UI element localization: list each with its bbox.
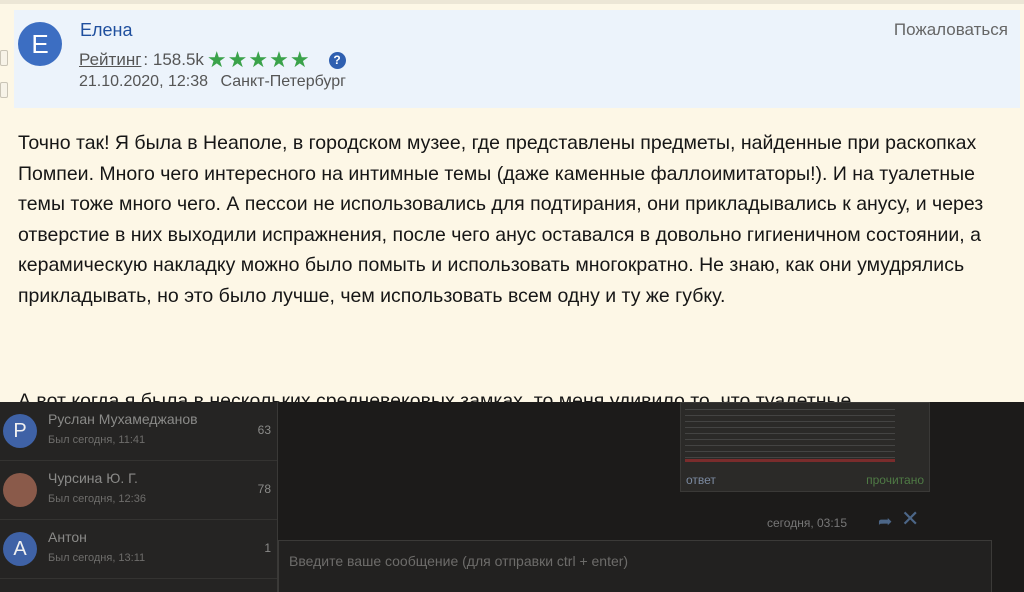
chat-list-item[interactable]: А Антон Был сегодня, 13:11 1	[0, 520, 277, 579]
chat-unread-count: 63	[257, 423, 271, 437]
chat-unread-count: 1	[264, 541, 271, 555]
chat-name: Чурсина Ю. Г.	[48, 470, 138, 486]
message-input[interactable]	[287, 549, 981, 573]
chat-list: Р Руслан Мухамеджанов Был сегодня, 11:41…	[0, 402, 278, 592]
message-text-blurred	[685, 409, 895, 461]
rating-label-link[interactable]: Рейтинг	[79, 50, 141, 70]
chat-avatar: Р	[3, 414, 37, 448]
chat-name: Руслан Мухамеджанов	[48, 411, 198, 427]
message-input-area	[278, 540, 992, 592]
chat-name: Антон	[48, 529, 87, 545]
reply-link[interactable]: ответ	[686, 473, 716, 487]
comment-meta: 21.10.2020, 12:38 Санкт-Петербург	[79, 73, 346, 91]
rating-row: Рейтинг : 158.5k ★★★★★ ?	[79, 49, 346, 71]
top-border	[0, 0, 1024, 4]
side-handle-icon[interactable]	[0, 82, 8, 98]
chat-list-item[interactable]: Чурсина Ю. Г. Был сегодня, 12:36 78	[0, 461, 277, 520]
chat-avatar: А	[3, 532, 37, 566]
message-bubble: ответ прочитано	[680, 402, 930, 492]
rating-stars-icon: ★★★★★	[206, 47, 311, 72]
report-button[interactable]: Пожаловаться	[894, 20, 1008, 40]
read-status: прочитано	[866, 473, 924, 487]
chat-last-seen: Был сегодня, 13:11	[48, 552, 146, 564]
comment-location: Санкт-Петербург	[220, 73, 346, 90]
messenger-overlay: Р Руслан Мухамеджанов Был сегодня, 11:41…	[0, 402, 1024, 592]
chat-unread-count: 78	[257, 482, 271, 496]
author-name-link[interactable]: Елена	[80, 20, 132, 41]
chat-avatar-photo	[3, 473, 37, 507]
chat-last-seen: Был сегодня, 11:41	[48, 434, 146, 446]
comment-text: Точно так! Я была в Неаполе, в городском…	[18, 132, 984, 307]
chat-list-item[interactable]: Р Руслан Мухамеджанов Был сегодня, 11:41…	[0, 402, 277, 461]
screenshot: Е Елена Пожаловаться Рейтинг : 158.5k ★★…	[0, 0, 1024, 592]
help-icon[interactable]: ?	[328, 51, 346, 69]
comment-date: 21.10.2020, 12:38	[79, 73, 209, 90]
chat-last-seen: Был сегодня, 12:36	[48, 493, 146, 505]
rating-value: : 158.5k	[143, 50, 204, 69]
message-underline	[685, 459, 895, 462]
forward-icon[interactable]: ➦	[878, 512, 892, 532]
author-avatar[interactable]: Е	[18, 22, 62, 66]
close-icon[interactable]: ✕	[901, 508, 919, 530]
side-handle-icon[interactable]	[0, 50, 8, 66]
message-time: сегодня, 03:15	[767, 516, 848, 530]
